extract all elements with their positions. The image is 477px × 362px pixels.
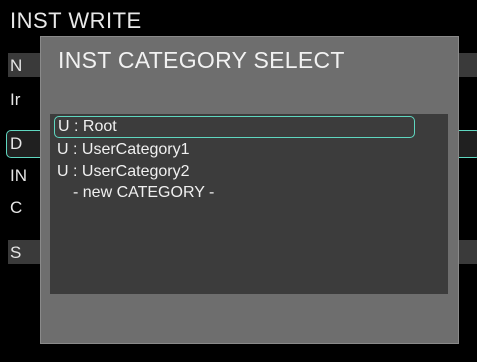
name-row-label: N — [10, 56, 23, 75]
inst-category-select-dialog: INST CATEGORY SELECT U : Root U : UserCa… — [40, 36, 459, 344]
category-row-label: C — [10, 198, 23, 217]
dialog-title: INST CATEGORY SELECT — [58, 47, 345, 73]
category-item-root[interactable]: U : Root — [54, 116, 415, 138]
store-row-label: S — [10, 243, 22, 262]
new-category-item[interactable]: - new CATEGORY - — [70, 182, 214, 204]
info-row-label: Ir — [10, 90, 21, 109]
category-item-usercategory1[interactable]: U : UserCategory1 — [54, 139, 190, 161]
destination-row-label: D — [10, 134, 23, 153]
screen-title: INST WRITE — [10, 8, 142, 33]
category-item-usercategory2[interactable]: U : UserCategory2 — [54, 161, 190, 183]
category-list[interactable]: U : Root U : UserCategory1 U : UserCateg… — [50, 114, 448, 294]
inst-row-label: IN — [10, 166, 27, 185]
